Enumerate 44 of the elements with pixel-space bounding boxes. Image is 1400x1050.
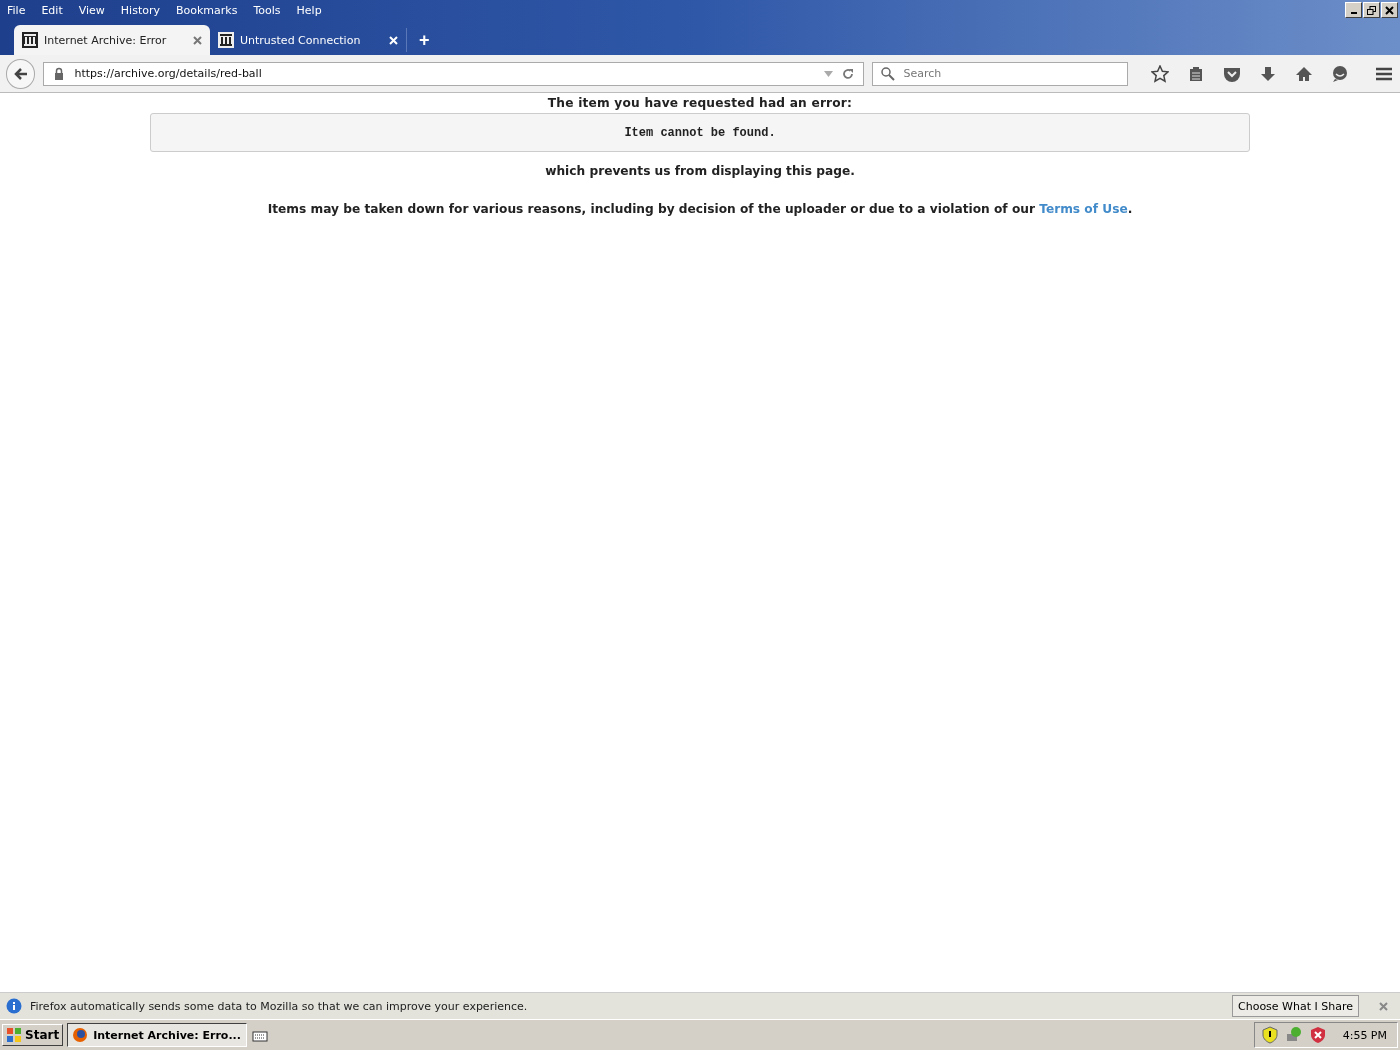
taskbar-item[interactable]: Internet Archive: Erro... — [67, 1023, 248, 1047]
chat-icon[interactable] — [1330, 63, 1350, 84]
address-bar[interactable]: https://archive.org/details/red-ball — [43, 61, 865, 86]
error-message: Item cannot be found. — [624, 125, 776, 140]
windows-flag-icon — [6, 1027, 22, 1043]
museum-icon — [218, 32, 234, 48]
close-icon[interactable] — [193, 35, 202, 45]
menu-item[interactable]: Bookmarks — [176, 3, 238, 17]
menu-item[interactable]: Edit — [41, 3, 63, 17]
menu-item[interactable]: View — [78, 3, 105, 17]
browser-icon — [72, 1027, 89, 1043]
back-arrow-icon — [12, 65, 29, 82]
menu-item[interactable]: Help — [296, 3, 322, 17]
restore-button[interactable] — [1363, 2, 1380, 18]
shield-error-icon — [1308, 1026, 1327, 1044]
network-icon — [1284, 1026, 1303, 1044]
tab-title: Untrusted Connection — [240, 33, 362, 47]
tab-title: Internet Archive: Error — [44, 33, 168, 47]
notification-text: Firefox automatically sends some data to Mozilla so that we can improve your experience. — [30, 999, 529, 1013]
choose-share-button[interactable]: Choose What I Share — [1232, 995, 1359, 1017]
new-tab-button[interactable]: + — [406, 28, 442, 52]
address-field[interactable]: https://archive.org/details/red-ball — [74, 67, 819, 80]
restore-icon — [1367, 5, 1376, 15]
close-button[interactable] — [1381, 2, 1398, 18]
menu-item[interactable]: File — [7, 3, 26, 17]
terms-link[interactable]: Terms of Use — [1039, 202, 1128, 216]
minimize-button[interactable] — [1345, 2, 1362, 18]
search-field[interactable]: Search — [872, 61, 1128, 86]
browser-tab[interactable]: Untrusted Connection — [210, 25, 406, 55]
shield-warning-icon — [1260, 1026, 1279, 1044]
back-button[interactable] — [6, 58, 36, 89]
menu-item[interactable]: Tools — [253, 3, 281, 17]
explanation-text: which prevents us from displaying this page. — [545, 164, 855, 178]
dropdown-icon — [824, 70, 834, 77]
start-button[interactable]: Start — [2, 1024, 64, 1046]
info-icon — [6, 998, 22, 1014]
close-icon — [1385, 5, 1394, 15]
clock: 4:55 PM — [1342, 1028, 1387, 1042]
takedown-note: Items may be taken down for various reasons, including by decision of the uploader or due to a violation of our Terms of Use. — [267, 202, 1133, 216]
menu-item[interactable]: History — [120, 3, 160, 17]
error-heading: The item you have requested had an error: — [547, 96, 853, 110]
bookmark-star-icon[interactable] — [1150, 63, 1170, 84]
museum-icon — [22, 32, 38, 48]
browser-tab[interactable]: Internet Archive: Error — [14, 25, 210, 55]
